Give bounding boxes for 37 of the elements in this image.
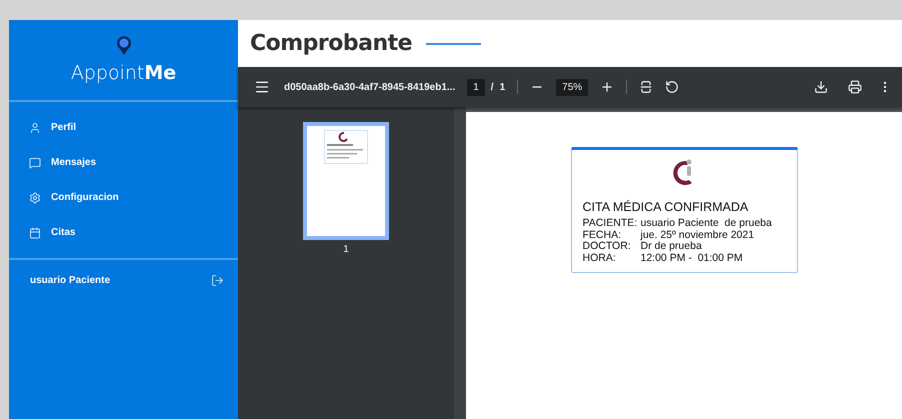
page-number-field[interactable]: 1 xyxy=(467,78,485,96)
field-label: HORA: xyxy=(582,252,617,264)
field-label: DOCTOR: xyxy=(582,241,632,252)
sidebar-item[interactable]: Configuracion xyxy=(9,180,238,215)
user-icon xyxy=(29,122,41,134)
field-value: 12:00 PM - 01:00 PM xyxy=(640,252,743,264)
speech-bubble-icon xyxy=(29,156,41,168)
rotate-icon[interactable] xyxy=(665,80,680,94)
field-value: usuario Paciente de prueba xyxy=(640,218,772,230)
download-icon[interactable] xyxy=(814,80,828,94)
sidebar-item[interactable]: Mensajes xyxy=(9,145,238,180)
document-title: CITA MÉDICA CONFIRMADA xyxy=(582,200,748,214)
user-name: usuario Paciente xyxy=(30,274,110,286)
field-value: jue. 25º noviembre 2021 xyxy=(640,230,754,241)
field-label: PACIENTE: xyxy=(582,218,638,230)
page-thumbnail[interactable] xyxy=(303,122,389,240)
zoom-in-icon[interactable] xyxy=(600,80,614,94)
calendar-icon xyxy=(29,226,41,238)
file-name: d050aa8b-6a30-4af7-8945-8419eb1... xyxy=(284,82,456,92)
field-value: Dr de prueba xyxy=(640,241,702,252)
menu-icon[interactable] xyxy=(254,79,270,95)
document-preview-drawing xyxy=(324,130,368,164)
app-name: AppointMe xyxy=(70,62,176,84)
fit-page-icon[interactable] xyxy=(639,80,654,94)
page-total: 1 xyxy=(500,82,506,92)
map-pin-icon xyxy=(116,36,132,56)
thumbnail-label: 1 xyxy=(343,244,349,255)
zoom-field[interactable]: 75% xyxy=(556,78,588,96)
sidebar-item[interactable]: Citas xyxy=(9,215,238,250)
page-title: Comprobante xyxy=(250,31,412,56)
scrollbar[interactable] xyxy=(454,107,466,419)
logout-icon[interactable] xyxy=(211,274,224,286)
sidebar-item[interactable]: Perfil xyxy=(9,110,238,145)
print-icon[interactable] xyxy=(848,80,862,94)
settings-icon xyxy=(29,192,41,204)
field-label: FECHA: xyxy=(582,230,622,241)
page-separator: / xyxy=(490,82,494,92)
